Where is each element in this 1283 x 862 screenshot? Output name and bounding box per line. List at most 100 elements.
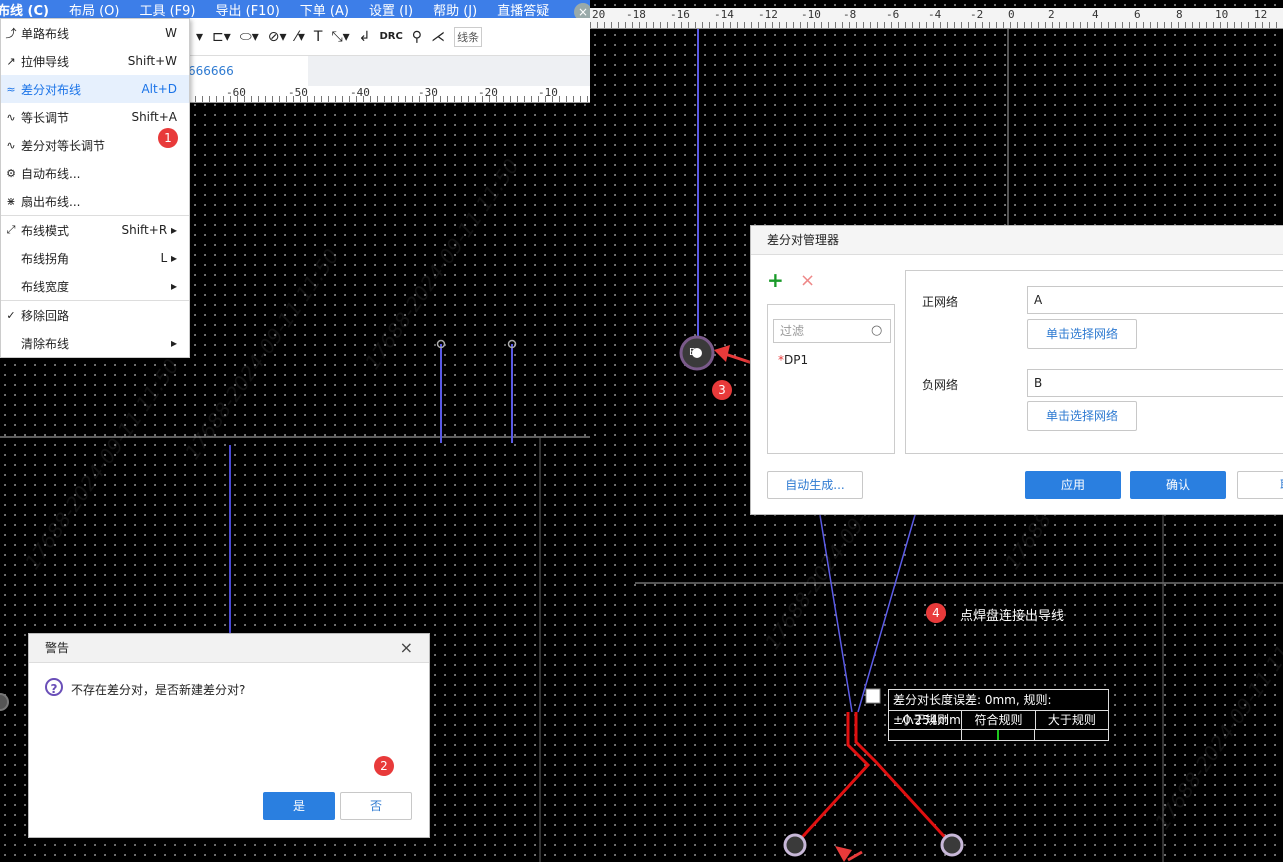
line-tool-icon[interactable]: ⁄▾ (296, 29, 305, 45)
step-4-hint: 点焊盘连接出导线 (960, 609, 1065, 624)
menu-item-label: 自动布线... (21, 166, 81, 181)
warning-dialog-title: 警告 × (29, 634, 429, 663)
add-icon[interactable]: + (767, 270, 784, 290)
yes-button[interactable]: 是 (263, 792, 335, 820)
menu-bar: 布线 (C) 布局 (O) 工具 (F9) 导出 (F10) 下单 (A) 设置… (0, 0, 590, 19)
pair-name: DP1 (784, 353, 809, 367)
meter-divider (1034, 730, 1035, 740)
ruler-label: 2 (1048, 8, 1055, 21)
document-tab[interactable]: 666666 (188, 56, 308, 86)
pair-list-panel: 过滤 ○ *DP1 (767, 304, 895, 454)
polyline-tool-icon[interactable]: ⊏▾ (212, 29, 231, 45)
ruler-right: 20 -18 -16 -14 -12 -10 -8 -6 -4 -2 0 2 4… (590, 8, 1283, 29)
route-mode-icon: ⤢ (6, 223, 16, 236)
arrow-3-head (714, 345, 730, 362)
menu-item-route-mode[interactable]: ⤢ 布线模式 Shift+R ▸ (1, 216, 189, 244)
dialog-title-text: 差分对管理器 (767, 233, 840, 247)
ok-button[interactable]: 确认 (1130, 471, 1226, 499)
menu-item-shortcut: ▸ (170, 279, 177, 293)
dropdown-arrow-icon[interactable]: ▾ (196, 29, 203, 45)
cancel-button[interactable]: 取 (1237, 471, 1283, 499)
menu-route[interactable]: 布线 (C) (0, 0, 49, 19)
menu-item-remove-loop[interactable]: ✓ 移除回路 (1, 301, 189, 329)
menu-item-diff-pair-route[interactable]: ≈ 差分对布线 Alt+D (1, 75, 189, 103)
step-badge-4: 4 (926, 603, 946, 623)
ruler-label: -20 (478, 86, 498, 99)
ruler-label: -12 (758, 8, 778, 21)
ruler-label: 8 (1176, 8, 1183, 21)
search-icon: ○ (871, 323, 883, 338)
positive-net-field[interactable]: A (1027, 286, 1283, 314)
warning-dialog: 警告 × ? 不存在差分对，是否新建差分对? 是 否 (28, 633, 430, 838)
net-settings-panel: 正网络 A 单击选择网络 负网络 B 单击选择网络 (905, 270, 1283, 454)
single-route-icon: ⤴ (5, 27, 17, 40)
menu-item-shortcut: Shift+R ▸ (121, 223, 177, 237)
ruler-ticks (590, 22, 1283, 28)
ruler-label: -60 (226, 86, 246, 99)
ruler-label: 12 (1254, 8, 1268, 21)
ruler-label: -8 (843, 8, 857, 21)
menu-layout[interactable]: 布局 (O) (69, 0, 120, 19)
menu-item-drag-track[interactable]: ↗ 拉伸导线 Shift+W (1, 47, 189, 75)
apply-button[interactable]: 应用 (1025, 471, 1121, 499)
pair-list-item[interactable]: *DP1 (778, 353, 808, 367)
drag-track-icon: ↗ (6, 54, 16, 68)
menu-item-route-corner[interactable]: 布线拐角 L ▸ (1, 244, 189, 272)
diff-length-tune-icon: ∿ (6, 138, 16, 152)
ruler-label: -50 (288, 86, 308, 99)
meter-indicator (997, 730, 999, 740)
column-below-rule: 小于规则 (889, 711, 963, 729)
ruler-label: -4 (928, 8, 942, 21)
menu-item-fanout[interactable]: ⋇ 扇出布线... (1, 187, 189, 215)
ellipse-tool-icon[interactable]: ⬭▾ (240, 29, 259, 45)
menu-help[interactable]: 帮助 (J) (433, 0, 477, 19)
fanout-tool-icon[interactable]: ⋌ (431, 29, 445, 45)
text-tool-icon[interactable]: T (314, 29, 323, 45)
route-tool-icon[interactable]: ↲ (359, 29, 371, 45)
positive-net-select-button[interactable]: 单击选择网络 (1027, 319, 1137, 349)
menu-item-label: 布线宽度 (21, 279, 70, 294)
menu-item-route-width[interactable]: 布线宽度 ▸ (1, 272, 189, 300)
ruler-label: 10 (1215, 8, 1229, 21)
length-table-meter (889, 730, 1108, 740)
negative-net-select-button[interactable]: 单击选择网络 (1027, 401, 1137, 431)
menu-item-length-tune[interactable]: ∿ 等长调节 Shift+A (1, 103, 189, 131)
close-icon[interactable]: × (400, 634, 413, 662)
menu-live-qa[interactable]: 直播答疑 (497, 0, 549, 19)
route-menu: ⤴ 单路布线 W ↗ 拉伸导线 Shift+W ≈ 差分对布线 Alt+D ∿ … (0, 18, 190, 358)
menu-order[interactable]: 下单 (A) (300, 0, 349, 19)
pad-left-edge (0, 693, 9, 711)
auto-generate-button[interactable]: 自动生成... (767, 471, 863, 499)
no-symbol-tool-icon[interactable]: ⊘▾ (268, 29, 287, 45)
menu-item-label: 清除布线 (21, 336, 70, 351)
menu-settings[interactable]: 设置 (I) (369, 0, 413, 19)
menu-tools[interactable]: 工具 (F9) (139, 0, 195, 19)
step-badge-3: 3 (712, 380, 732, 400)
menu-item-label: 拉伸导线 (21, 54, 70, 69)
ruler-label: 20 (592, 8, 606, 21)
step-badge-2: 2 (374, 756, 394, 776)
ruler-label: -14 (714, 8, 734, 21)
menu-item-clear-route[interactable]: 清除布线 ▸ (1, 329, 189, 357)
no-button[interactable]: 否 (340, 792, 412, 820)
menu-item-label: 移除回路 (21, 308, 70, 323)
diff-pair-manager-dialog: 差分对管理器 + × 过滤 ○ *DP1 正网络 A 单击选择网络 负网络 B … (750, 225, 1283, 515)
drc-button[interactable]: DRC (379, 31, 402, 42)
menu-item-shortcut: L ▸ (160, 251, 177, 265)
diff-length-table: 差分对长度误差: 0mm, 规则: ±0.254mm 小于规则 符合规则 大于规… (888, 689, 1109, 741)
column-above-rule: 大于规则 (1047, 713, 1096, 727)
menu-item-label: 扇出布线... (21, 194, 81, 209)
delete-icon[interactable]: × (800, 272, 815, 290)
line-dropdown[interactable]: 线条 (454, 26, 483, 47)
menu-item-shortcut: Shift+A (131, 110, 177, 124)
menu-item-single-route[interactable]: ⤴ 单路布线 W (1, 19, 189, 47)
menu-item-auto-route[interactable]: ⚙ 自动布线... (1, 159, 189, 187)
via-tool-icon[interactable]: ⚲ (412, 29, 422, 45)
negative-net-field[interactable]: B (1027, 369, 1283, 397)
meter-divider (961, 730, 962, 740)
menu-export[interactable]: 导出 (F10) (216, 0, 280, 19)
length-table-header: 差分对长度误差: 0mm, 规则: ±0.254mm (889, 690, 1108, 727)
dimension-tool-icon[interactable]: ⤡▾ (331, 29, 349, 45)
length-tune-icon: ∿ (6, 110, 16, 124)
length-indicator-icon (865, 688, 881, 704)
